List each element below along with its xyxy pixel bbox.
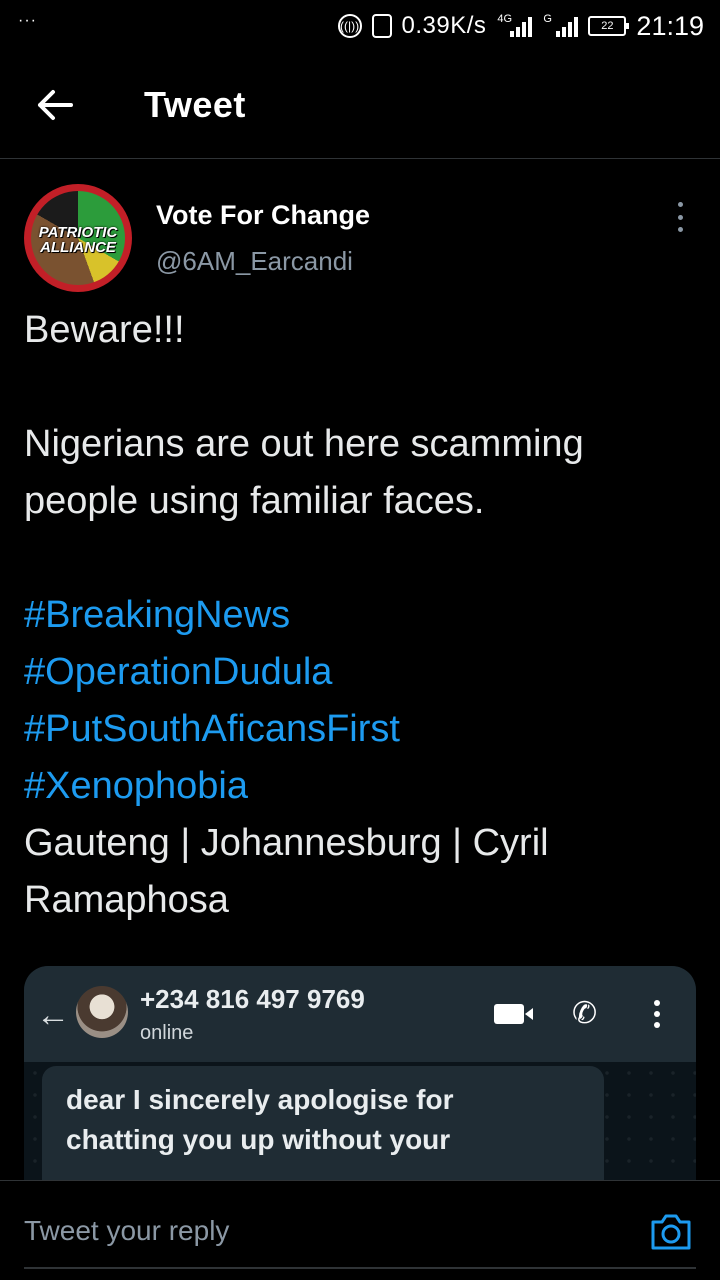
- reply-underline: [24, 1267, 696, 1269]
- signal-sim2-icon: G: [543, 13, 579, 37]
- sim1-network-type: 4G: [497, 13, 513, 25]
- media-back-arrow-icon: ←: [36, 996, 70, 1034]
- tweet-text: Beware!!! Nigerians are out here scammin…: [24, 302, 704, 929]
- tweet-line: Ramaphosa: [24, 879, 229, 921]
- camera-icon: [651, 1214, 691, 1250]
- tweet-line: Nigerians are out here scamming: [24, 423, 584, 465]
- signal-sim1-icon: 4G: [497, 13, 533, 37]
- reply-bar: Tweet your reply: [0, 1180, 720, 1280]
- page-title: Tweet: [144, 84, 246, 125]
- media-chat-header: ← +234 816 497 9769 online ✆: [24, 966, 696, 1062]
- media-phone-number: +234 816 497 9769: [140, 984, 365, 1014]
- tweet-line: people using familiar faces.: [24, 480, 485, 522]
- camera-button[interactable]: [648, 1209, 694, 1255]
- network-speed: 0.39K/s: [401, 12, 487, 39]
- sim2-network-type: G: [543, 13, 552, 25]
- media-more-vertical-icon: [654, 1000, 662, 1028]
- display-name[interactable]: Vote For Change: [156, 200, 370, 231]
- tweet-line: Beware!!!: [24, 309, 185, 351]
- video-call-icon: [494, 1004, 533, 1024]
- phone-icon: ✆: [572, 997, 598, 1030]
- media-presence: online: [140, 1022, 194, 1044]
- back-button[interactable]: [20, 70, 90, 140]
- notification-dots: ···: [18, 12, 37, 29]
- user-handle[interactable]: @6AM_Earcandi: [156, 246, 353, 277]
- media-contact-avatar: [76, 986, 128, 1038]
- hashtag-link[interactable]: #BreakingNews: [24, 587, 704, 644]
- battery-level: 22: [601, 20, 614, 32]
- clock: 21:19: [636, 10, 704, 41]
- battery-icon: 22: [588, 16, 630, 36]
- avatar-image: PATRIOTIC ALLIANCE: [31, 191, 125, 285]
- top-bar: Tweet: [0, 52, 720, 159]
- avatar-logo: PATRIOTIC ALLIANCE: [38, 224, 118, 256]
- status-bar: ··· ((|)) 0.39K/s 4G G 22 21:19: [0, 0, 720, 52]
- tweet-author: PATRIOTIC ALLIANCE Vote For Change @6AM_…: [24, 184, 696, 294]
- back-arrow-icon: [38, 90, 73, 120]
- hashtag-link[interactable]: #OperationDudula: [24, 644, 704, 701]
- avatar[interactable]: PATRIOTIC ALLIANCE: [24, 184, 132, 292]
- status-icons: ((|)) 0.39K/s 4G G 22 21:19: [337, 10, 704, 42]
- volte-icon: ((|)): [337, 14, 362, 38]
- media-message-line: chatting you up without your: [66, 1124, 451, 1155]
- media-message-line: dear I sincerely apologise for: [66, 1084, 454, 1115]
- hashtag-link[interactable]: #PutSouthAficansFirst: [24, 701, 704, 758]
- tweet-line: Gauteng | Johannesburg | Cyril: [24, 822, 549, 864]
- reply-input[interactable]: Tweet your reply: [24, 1215, 229, 1247]
- more-vertical-icon[interactable]: [670, 202, 690, 232]
- screenshot-icon: [371, 14, 392, 38]
- hashtag-link[interactable]: #Xenophobia: [24, 758, 704, 815]
